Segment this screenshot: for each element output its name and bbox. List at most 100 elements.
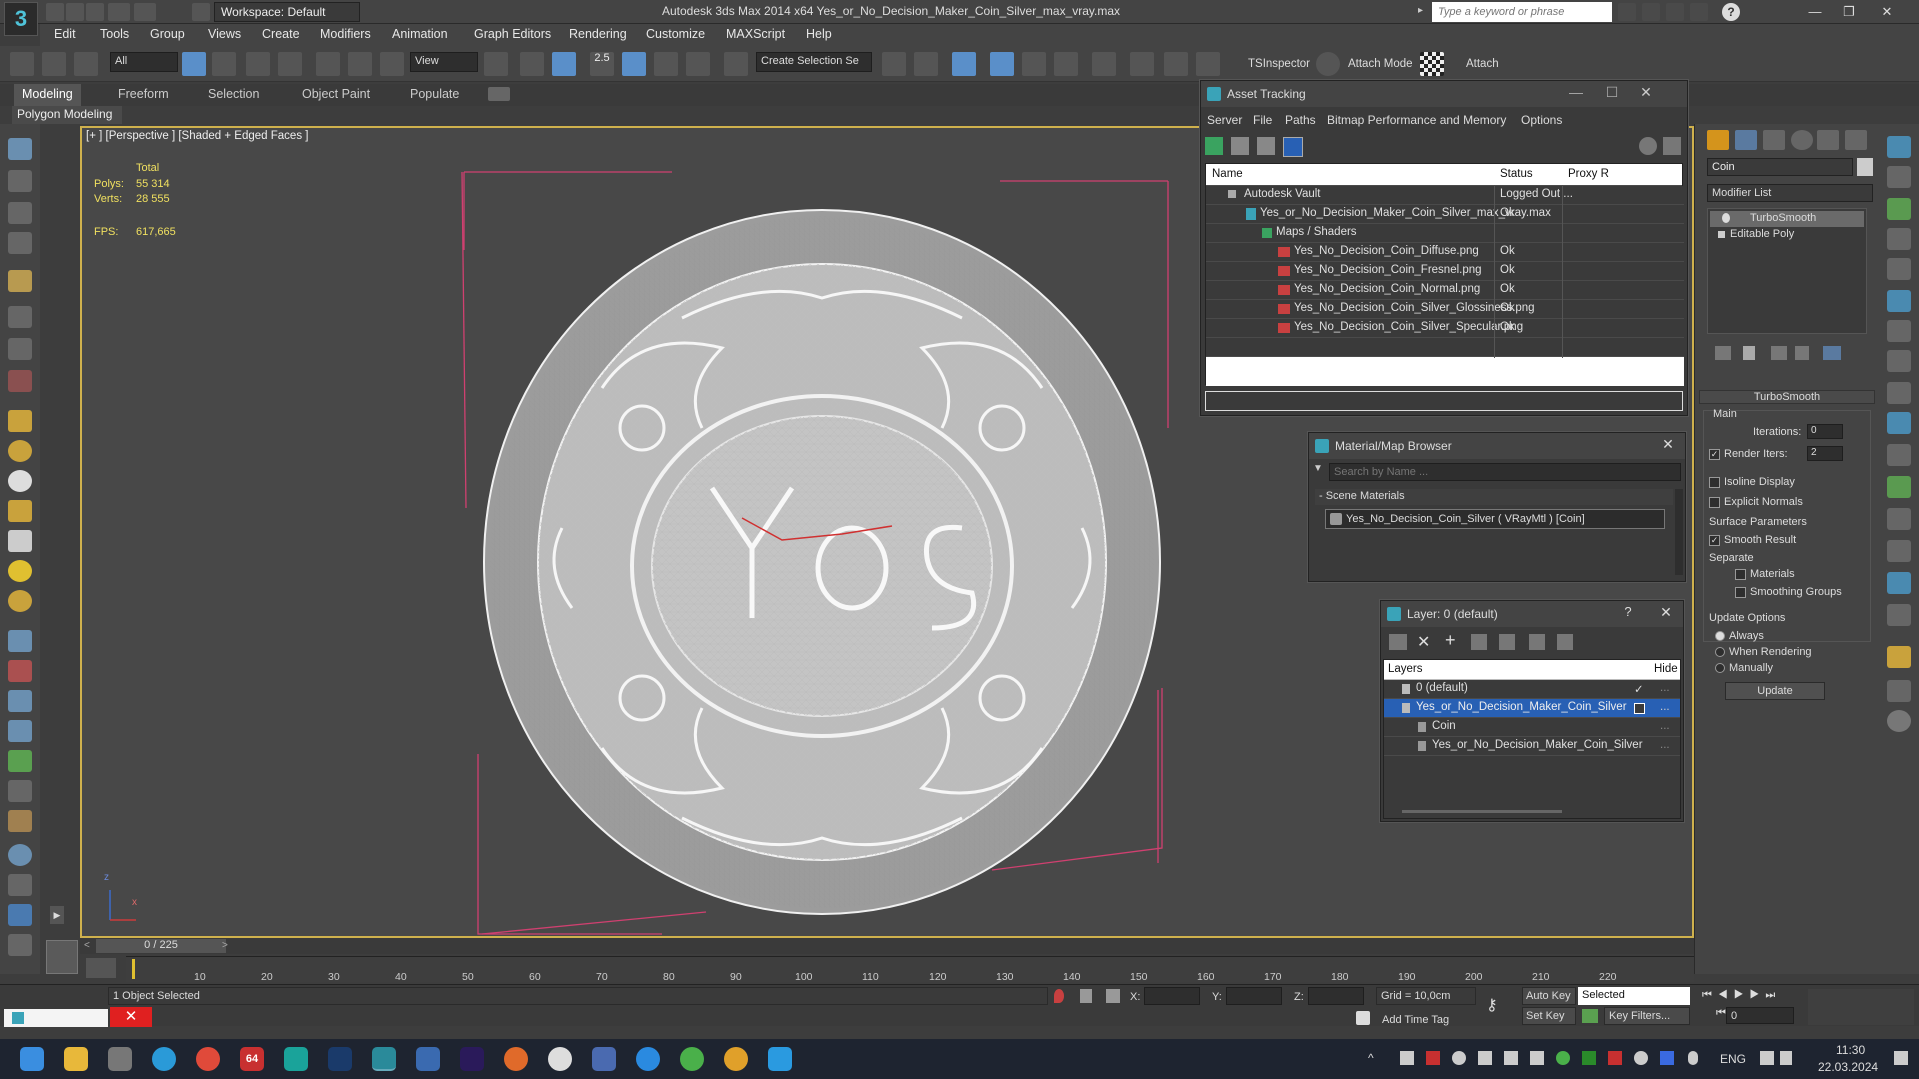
- list-icon[interactable]: [1231, 137, 1249, 155]
- save-app-icon[interactable]: [592, 1047, 616, 1071]
- schematic-view-icon[interactable]: [1092, 52, 1116, 76]
- helper-icon[interactable]: [8, 370, 32, 392]
- rotate-icon[interactable]: [348, 52, 372, 76]
- polygon-modeling-panel-label[interactable]: Polygon Modeling: [12, 106, 122, 124]
- menu-maxscript[interactable]: MAXScript: [726, 27, 785, 41]
- hair-icon[interactable]: [8, 780, 32, 802]
- modifier-list-dropdown[interactable]: Modifier List: [1707, 184, 1873, 202]
- microphone-icon[interactable]: [1688, 1051, 1698, 1065]
- configure-sets-icon[interactable]: [1823, 346, 1841, 360]
- display-icon[interactable]: [1760, 1051, 1774, 1065]
- grid-icon[interactable]: [8, 232, 32, 254]
- add-to-layer-icon[interactable]: +: [1445, 630, 1456, 651]
- shapes-icon[interactable]: [8, 874, 32, 896]
- favorites-star-icon[interactable]: [1690, 3, 1708, 21]
- snap-toggle-icon[interactable]: 2.5: [590, 52, 614, 76]
- ribbon-toggle-icon[interactable]: [488, 87, 510, 101]
- link-icon[interactable]: [10, 52, 34, 76]
- tool-icon-l[interactable]: [1887, 604, 1911, 626]
- curve-editor-icon[interactable]: [1054, 52, 1078, 76]
- table-row[interactable]: Yes_No_Decision_Coin_Diffuse.png Ok: [1206, 243, 1684, 262]
- menu-views[interactable]: Views: [208, 27, 241, 41]
- select-by-name-icon[interactable]: [212, 52, 236, 76]
- redo-icon[interactable]: [134, 3, 156, 21]
- when-rendering-radio[interactable]: [1715, 647, 1725, 658]
- keyboard-shortcut-icon[interactable]: [552, 52, 576, 76]
- at-pin-icon[interactable]: [1663, 137, 1681, 155]
- table-row[interactable]: Yes_No_Decision_Coin_Fresnel.png Ok: [1206, 262, 1684, 281]
- selection-lock-icon[interactable]: [1080, 989, 1092, 1003]
- checker-icon[interactable]: [1420, 52, 1444, 76]
- tool-icon-d[interactable]: [1887, 350, 1911, 372]
- tray-icon-7[interactable]: [1556, 1051, 1570, 1065]
- scene-materials-header[interactable]: - Scene Materials: [1315, 489, 1673, 505]
- tray-icon-4[interactable]: [1478, 1051, 1492, 1065]
- mb-close-icon[interactable]: ✕: [1655, 436, 1681, 456]
- restore-icon[interactable]: ❐: [1834, 2, 1864, 22]
- select-object-icon[interactable]: [182, 52, 206, 76]
- volume-icon[interactable]: [1780, 1051, 1792, 1065]
- tray-icon-10[interactable]: [1634, 1051, 1648, 1065]
- time-slider-track[interactable]: [80, 938, 1694, 954]
- layer-row[interactable]: 0 (default) ✓...: [1384, 680, 1680, 699]
- current-layer-box-icon[interactable]: [1634, 703, 1645, 714]
- prev-frame-arrow-icon[interactable]: <: [84, 940, 90, 951]
- at-menu-bitmap[interactable]: Bitmap Performance and Memory: [1327, 113, 1506, 127]
- iterations-spinner[interactable]: 0: [1807, 424, 1843, 439]
- tab-modeling[interactable]: Modeling: [14, 84, 81, 106]
- align-icon[interactable]: [914, 52, 938, 76]
- col-layers[interactable]: Layers: [1388, 663, 1423, 675]
- tool-icon-g[interactable]: [1887, 444, 1911, 466]
- layer-hscrollbar[interactable]: [1402, 810, 1562, 813]
- turbosmooth-rollout-title[interactable]: TurboSmooth: [1699, 390, 1875, 404]
- hide-all-layers-icon[interactable]: [1529, 634, 1545, 650]
- hierarchy-icon[interactable]: [8, 306, 32, 328]
- undo-icon[interactable]: [108, 3, 130, 21]
- viewport-tools-icon[interactable]: [1887, 166, 1911, 188]
- pin-stack-icon[interactable]: [1715, 346, 1731, 360]
- language-indicator[interactable]: ENG: [1720, 1052, 1746, 1066]
- table-row[interactable]: Maps / Shaders: [1206, 224, 1684, 243]
- tray-chevron-icon[interactable]: ^: [1368, 1051, 1374, 1065]
- stack-item-editable-poly[interactable]: Editable Poly: [1710, 227, 1864, 243]
- at-minimize-icon[interactable]: —: [1563, 84, 1589, 104]
- table-row[interactable]: Yes_No_Decision_Coin_Silver_Specular.png…: [1206, 319, 1684, 338]
- table-row[interactable]: Yes_No_Decision_Coin_Normal.png Ok: [1206, 281, 1684, 300]
- named-selection-dropdown[interactable]: Create Selection Se: [756, 52, 872, 72]
- tray-icon-3[interactable]: [1452, 1051, 1466, 1065]
- workspace-dropdown[interactable]: Workspace: Default: [214, 2, 360, 22]
- project-folder-icon[interactable]: [192, 3, 210, 21]
- menu-tools[interactable]: Tools: [100, 27, 129, 41]
- settings-gear-icon[interactable]: [8, 720, 32, 742]
- tray-icon-2[interactable]: [1426, 1051, 1440, 1065]
- render-iters-checkbox[interactable]: ✓: [1709, 448, 1720, 460]
- materials-checkbox[interactable]: [1735, 568, 1746, 580]
- make-unique-icon[interactable]: [1771, 346, 1787, 360]
- globe-icon[interactable]: [8, 844, 32, 866]
- col-hide[interactable]: Hide: [1654, 663, 1678, 675]
- app-64-icon[interactable]: 64: [240, 1047, 264, 1071]
- highlight-layer-icon[interactable]: [1499, 634, 1515, 650]
- y-coordinate-input[interactable]: [1226, 987, 1282, 1005]
- mb-scrollbar[interactable]: [1675, 489, 1683, 575]
- time-tag-icon[interactable]: [1356, 1011, 1370, 1025]
- tool-icon-m[interactable]: [1887, 646, 1911, 668]
- layer-help-icon[interactable]: ?: [1615, 604, 1641, 624]
- x-coordinate-input[interactable]: [1144, 987, 1200, 1005]
- always-radio[interactable]: [1715, 631, 1725, 642]
- camera-app-icon[interactable]: [768, 1047, 792, 1071]
- motion-tab-icon[interactable]: [1791, 130, 1813, 150]
- at-menu-file[interactable]: File: [1253, 113, 1272, 127]
- mirror-icon[interactable]: [882, 52, 906, 76]
- render-iters-spinner[interactable]: 2: [1807, 446, 1843, 461]
- search-app-icon[interactable]: [548, 1047, 572, 1071]
- render-frame-icon[interactable]: [8, 170, 32, 192]
- object-color-swatch[interactable]: [1857, 158, 1873, 176]
- mini-listener-icon[interactable]: [46, 940, 78, 974]
- attach-label[interactable]: Attach: [1466, 58, 1499, 70]
- key-mode-dropdown[interactable]: Selected: [1578, 987, 1690, 1005]
- dots-icon[interactable]: [8, 630, 32, 652]
- modify-tab-icon[interactable]: [1735, 130, 1757, 150]
- key-filters-button[interactable]: Key Filters...: [1604, 1007, 1690, 1025]
- table-row[interactable]: Yes_or_No_Decision_Maker_Coin_Silver_max…: [1206, 205, 1684, 224]
